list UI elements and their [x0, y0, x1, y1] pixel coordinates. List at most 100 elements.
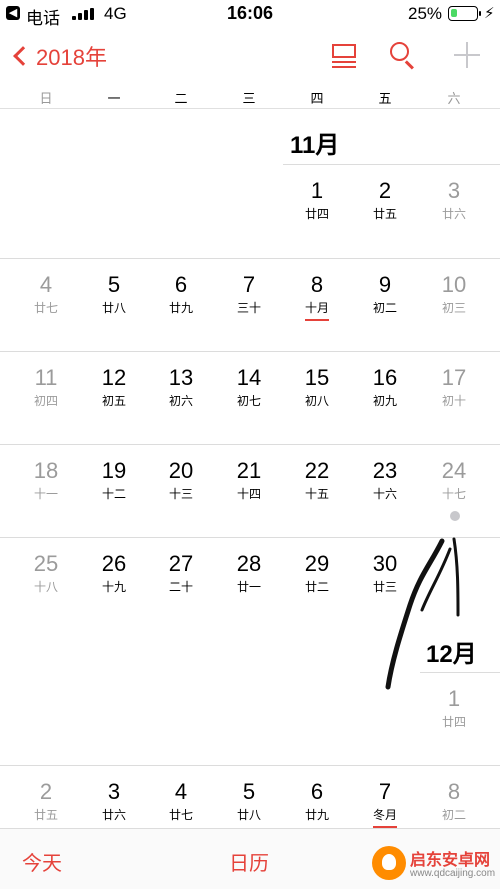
weekday-tue: 二	[174, 91, 188, 106]
day-cell[interactable]: 19 十二	[80, 458, 148, 502]
day-number: 6	[310, 779, 324, 804]
lunar-date: 廿二	[304, 580, 329, 594]
day-cell[interactable]: 4 廿七	[147, 779, 215, 823]
lunar-date: 初九	[372, 394, 397, 408]
lunar-date: 十二	[101, 487, 126, 501]
lunar-date: 初二	[372, 301, 397, 315]
day-number: 13	[168, 365, 194, 390]
lunar-date: 廿九	[304, 808, 329, 822]
day-cell[interactable]: 14 初七	[215, 365, 283, 409]
lunar-date: 初三	[441, 301, 466, 315]
day-cell[interactable]: 29 廿二	[283, 551, 351, 595]
lunar-date: 廿八	[236, 808, 261, 822]
day-number: 27	[168, 551, 194, 576]
day-number: 5	[242, 779, 256, 804]
search-icon[interactable]	[388, 40, 418, 70]
day-number: 4	[174, 779, 188, 804]
day-cell[interactable]: 12 初五	[80, 365, 148, 409]
day-cell[interactable]: 9 初二	[351, 272, 419, 316]
battery-icon	[448, 6, 481, 21]
lunar-date: 十一	[33, 487, 58, 501]
day-number: 17	[441, 365, 467, 390]
day-number: 28	[236, 551, 262, 576]
watermark: 启东安卓网 www.qdcaijing.com	[372, 842, 500, 886]
lunar-date: 廿五	[33, 808, 58, 822]
lunar-date: 十八	[33, 580, 58, 594]
day-cell[interactable]: 6 廿九	[147, 272, 215, 316]
weekday-fri: 五	[378, 91, 392, 106]
lunar-date: 初十	[441, 394, 466, 408]
day-cell[interactable]: 26 十九	[80, 551, 148, 595]
day-cell[interactable]: 15 初八	[283, 365, 351, 409]
lunar-date: 十月	[304, 301, 329, 315]
day-cell-lunar-month-start[interactable]: 7 冬月	[351, 779, 419, 828]
charging-icon: ⚡	[484, 5, 495, 22]
day-number: 22	[304, 458, 330, 483]
day-cell[interactable]: 11 初四	[12, 365, 80, 409]
day-cell[interactable]: 27 二十	[147, 551, 215, 595]
week-divider	[0, 444, 500, 445]
weekday-wed: 三	[242, 91, 256, 106]
today-button[interactable]: 今天	[22, 847, 62, 876]
day-cell[interactable]: 17 初十	[420, 365, 488, 409]
day-number: 18	[33, 458, 59, 483]
lunar-date: 初二	[441, 808, 466, 822]
day-cell[interactable]: 5 廿八	[80, 272, 148, 316]
day-cell[interactable]: 3 廿六	[420, 178, 488, 222]
day-cell[interactable]: 21 十四	[215, 458, 283, 502]
day-number: 12	[101, 365, 127, 390]
battery-percent: 25%	[408, 4, 443, 23]
day-cell[interactable]: 7 三十	[215, 272, 283, 316]
day-cell[interactable]: 25 十八	[12, 551, 80, 595]
back-to-year-button[interactable]: 2018年	[8, 40, 107, 72]
add-event-icon[interactable]	[452, 40, 482, 70]
week-divider	[0, 351, 500, 352]
weekday-sat: 六	[447, 91, 461, 106]
calendars-button[interactable]: 日历	[229, 847, 269, 876]
watermark-title: 启东安卓网	[410, 852, 491, 869]
day-cell[interactable]: 16 初九	[351, 365, 419, 409]
lunar-date: 廿八	[101, 301, 126, 315]
day-cell[interactable]: 3 廿六	[80, 779, 148, 823]
lunar-date: 三十	[236, 301, 261, 315]
day-cell[interactable]: 2 廿五	[12, 779, 80, 823]
status-bar: ◀ 电话 4G 16:06 25% ⚡	[0, 0, 500, 28]
event-indicator-dot	[450, 511, 460, 521]
day-cell[interactable]: 22 十五	[283, 458, 351, 502]
day-cell[interactable]: 5 廿八	[215, 779, 283, 823]
day-cell[interactable]: 18 十一	[12, 458, 80, 502]
day-cell[interactable]: 2 廿五	[351, 178, 419, 222]
day-cell[interactable]: 1 廿四	[283, 178, 351, 222]
weekday-thu: 四	[310, 91, 324, 106]
watermark-logo-icon	[372, 846, 406, 880]
day-cell[interactable]: 10 初三	[420, 272, 488, 316]
lunar-date: 初四	[33, 394, 58, 408]
day-cell[interactable]: 4 廿七	[12, 272, 80, 316]
day-number: 11	[34, 365, 58, 390]
day-cell[interactable]: 23 十六	[351, 458, 419, 502]
day-cell[interactable]: 6 廿九	[283, 779, 351, 823]
lunar-date: 廿五	[372, 207, 397, 221]
day-cell[interactable]: 28 廿一	[215, 551, 283, 595]
day-number: 3	[107, 779, 121, 804]
day-cell[interactable]: 24 十七	[420, 458, 488, 502]
lunar-date: 廿四	[304, 207, 329, 221]
chevron-left-icon	[13, 46, 33, 66]
weekday-mon: 一	[107, 91, 121, 106]
day-number: 2	[378, 178, 392, 203]
day-cell[interactable]: 13 初六	[147, 365, 215, 409]
day-number: 14	[236, 365, 262, 390]
lunar-date: 十五	[304, 487, 329, 501]
day-number: 29	[304, 551, 330, 576]
month-label-november: 11月	[290, 132, 340, 159]
day-number: 21	[236, 458, 262, 483]
lunar-date: 廿六	[101, 808, 126, 822]
day-number: 7	[378, 779, 392, 804]
day-cell[interactable]: 8 初二	[420, 779, 488, 823]
day-number: 1	[310, 178, 324, 203]
day-cell-lunar-month-start[interactable]: 8 十月	[283, 272, 351, 321]
day-number: 19	[101, 458, 127, 483]
day-number: 9	[378, 272, 392, 297]
list-view-icon[interactable]	[330, 40, 360, 70]
day-cell[interactable]: 20 十三	[147, 458, 215, 502]
